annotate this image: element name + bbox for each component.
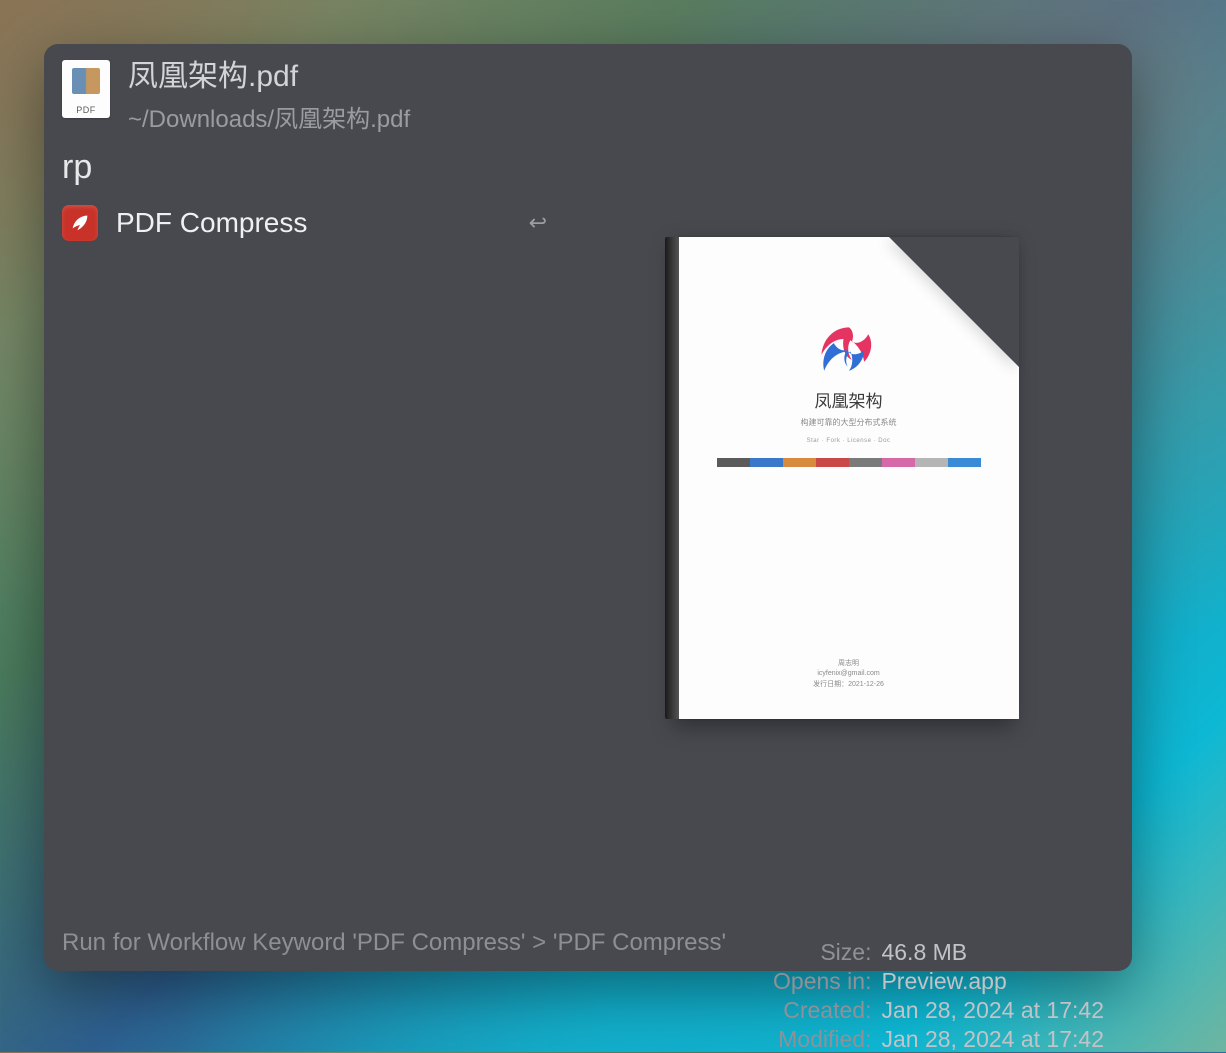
meta-created-value: Jan 28, 2024 at 17:42 xyxy=(881,997,1104,1024)
phoenix-logo-icon xyxy=(813,317,885,379)
results-list: PDF Compress ↩ xyxy=(44,189,565,919)
page-curl-icon xyxy=(889,237,1019,367)
meta-size-label: Size: xyxy=(773,939,871,966)
result-item-pdf-compress[interactable]: PDF Compress ↩ xyxy=(62,199,565,247)
document-preview: 凤凰架构 构建可靠的大型分布式系统 Star · Fork · License … xyxy=(679,237,1019,719)
return-icon: ↩ xyxy=(529,210,553,236)
cover-badges: Star · Fork · License · Doc xyxy=(807,438,891,444)
file-title: 凤凰架构.pdf xyxy=(128,60,1114,93)
meta-created-label: Created: xyxy=(773,997,871,1024)
file-path: ~/Downloads/凤凰架构.pdf xyxy=(128,99,1114,134)
search-query[interactable]: rp xyxy=(44,142,1132,189)
cover-stripe xyxy=(717,458,981,467)
meta-modified-label: Modified: xyxy=(773,1026,871,1053)
meta-opens-label: Opens in: xyxy=(773,968,871,995)
meta-opens-value: Preview.app xyxy=(881,968,1104,995)
cover-author: 周志明 xyxy=(838,658,859,668)
file-icon-label: PDF xyxy=(76,105,96,118)
meta-modified-value: Jan 28, 2024 at 17:42 xyxy=(881,1026,1104,1053)
alfred-window: PDF 凤凰架构.pdf ~/Downloads/凤凰架构.pdf rp PDF… xyxy=(44,44,1132,971)
cover-footer: 周志明 icyfenix@gmail.com 发行日期：2021-12-26 xyxy=(813,658,884,689)
meta-size-value: 46.8 MB xyxy=(881,939,1104,966)
results-row: PDF Compress ↩ 凤凰架构 构建可靠的大型分布式系统 Star · … xyxy=(44,189,1132,919)
cover-date: 发行日期：2021-12-26 xyxy=(813,679,884,689)
result-title: PDF Compress xyxy=(116,207,511,239)
pdf-file-icon: PDF xyxy=(62,60,110,118)
file-header-text: 凤凰架构.pdf ~/Downloads/凤凰架构.pdf xyxy=(128,60,1114,134)
cover-subtitle: 构建可靠的大型分布式系统 xyxy=(801,417,897,428)
preview-panel: 凤凰架构 构建可靠的大型分布式系统 Star · Fork · License … xyxy=(565,189,1132,919)
file-header: PDF 凤凰架构.pdf ~/Downloads/凤凰架构.pdf xyxy=(44,44,1132,142)
cover-title: 凤凰架构 xyxy=(815,387,883,412)
feather-icon xyxy=(62,205,98,241)
file-metadata: Size: 46.8 MB Opens in: Preview.app Crea… xyxy=(773,939,1104,1053)
cover-email: icyfenix@gmail.com xyxy=(817,670,879,677)
